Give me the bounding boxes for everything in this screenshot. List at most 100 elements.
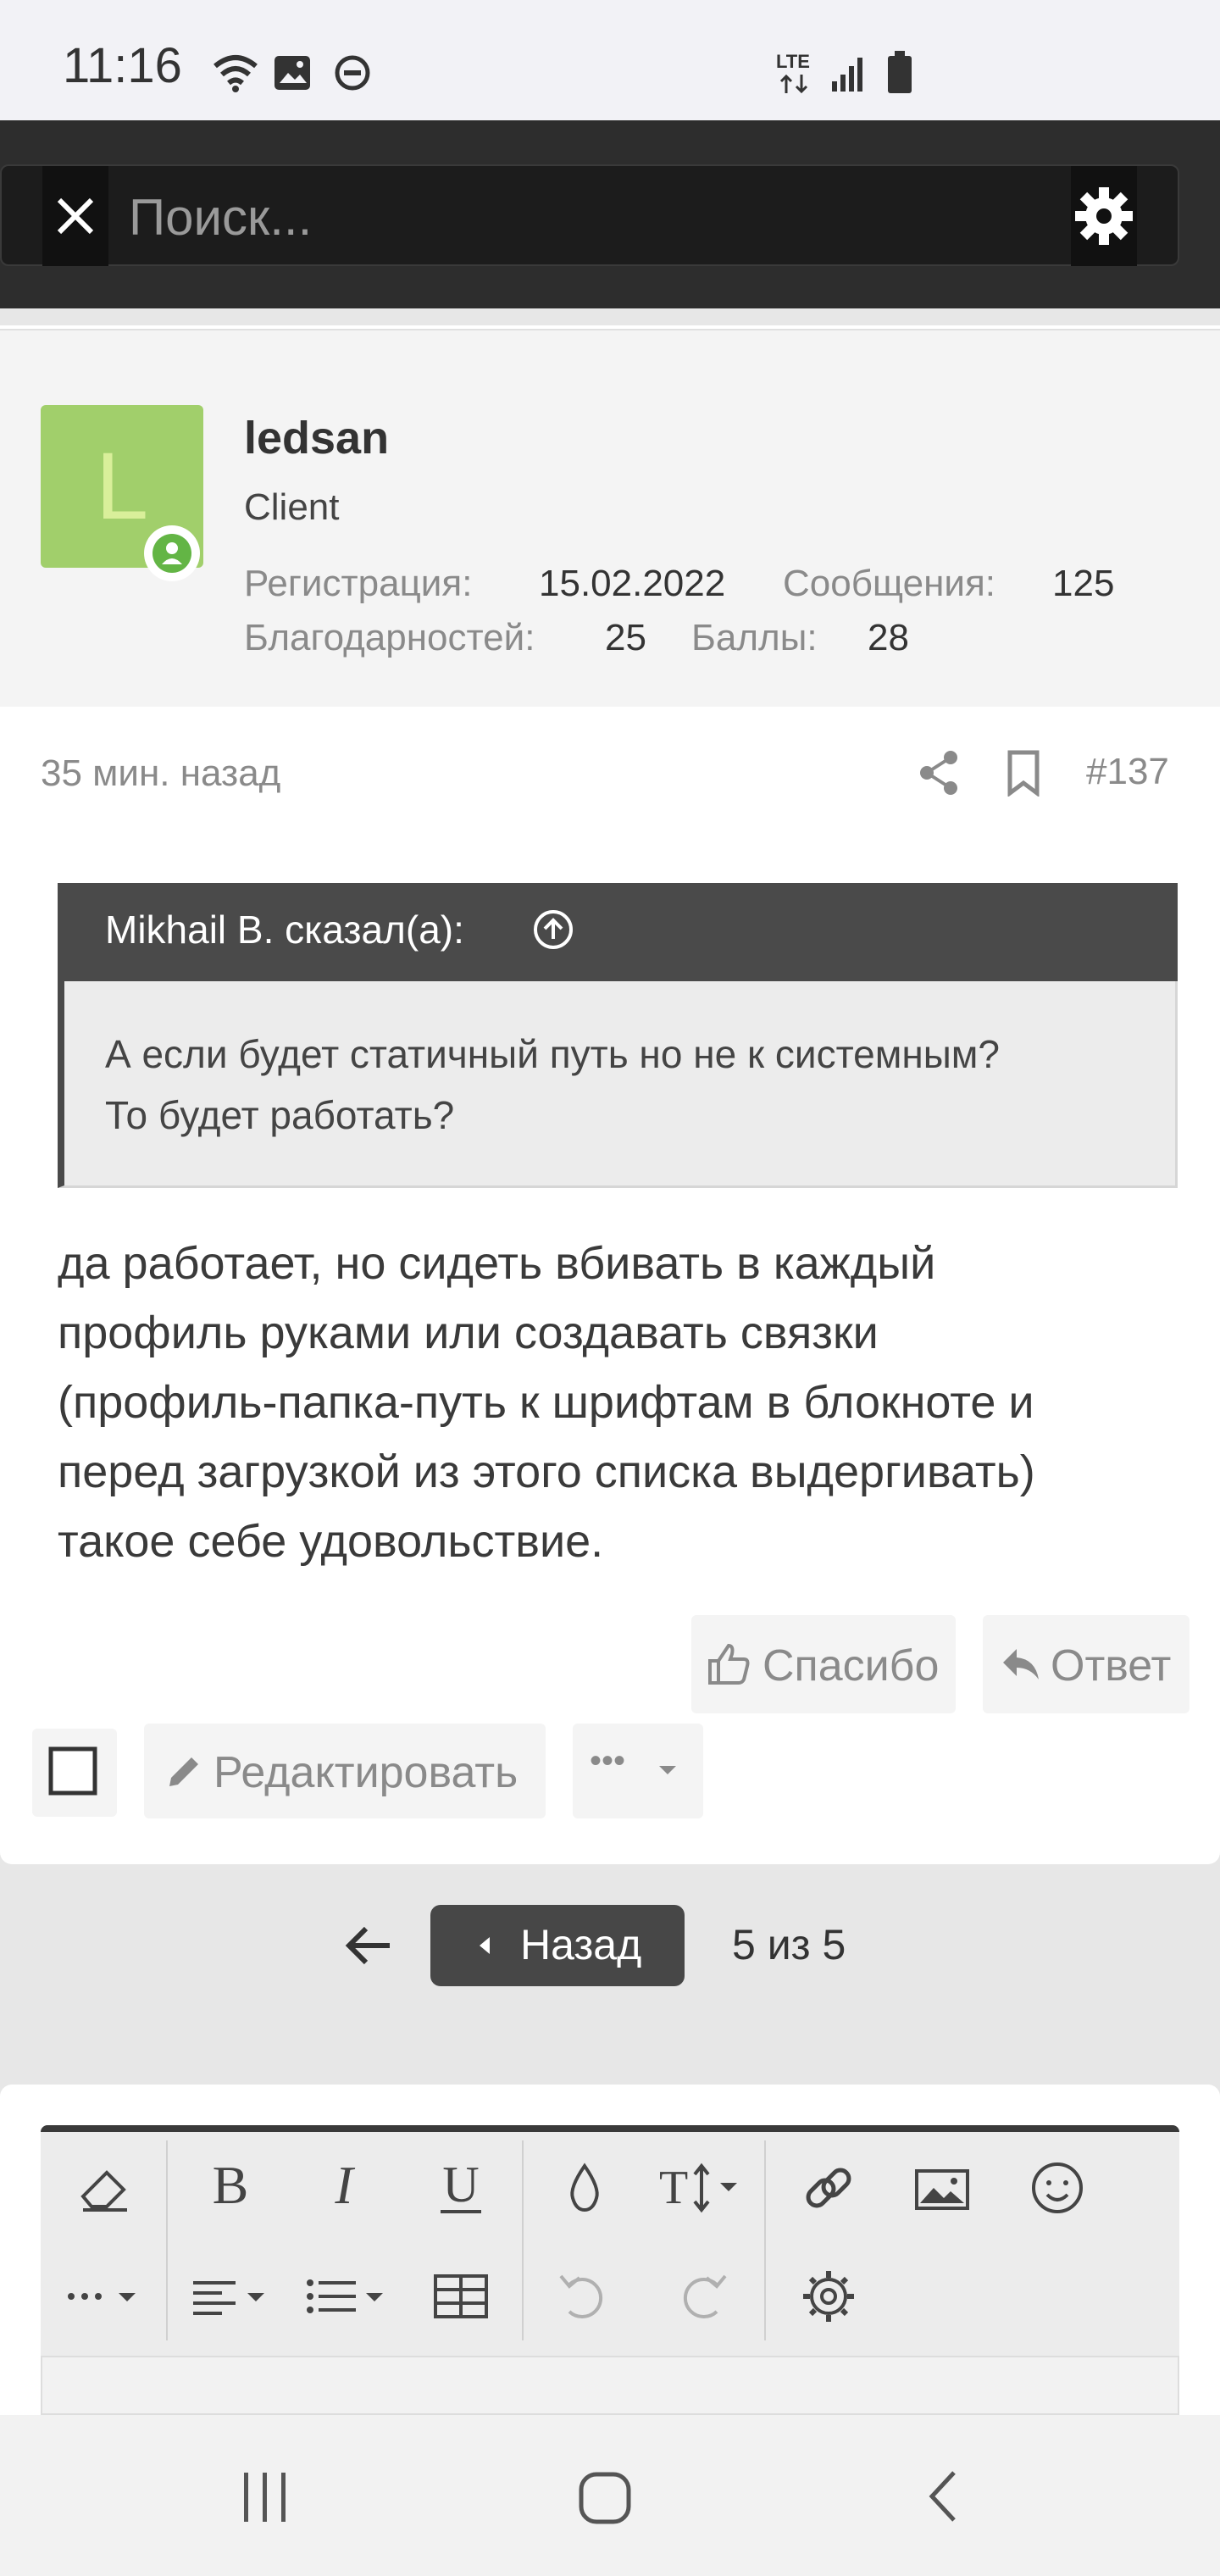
svg-text:U: U — [442, 2157, 479, 2212]
back-nav-icon — [929, 2471, 956, 2522]
home-button[interactable] — [574, 2468, 635, 2529]
underline-button[interactable]: U — [420, 2147, 502, 2229]
registration-value: 15.02.2022 — [539, 563, 726, 604]
smiley-icon — [1032, 2162, 1083, 2213]
messages-label: Сообщения: — [783, 563, 996, 604]
search-settings-button[interactable] — [1071, 166, 1137, 266]
table-icon — [434, 2274, 488, 2318]
link-button[interactable] — [788, 2147, 869, 2229]
clock: 11:16 — [63, 38, 182, 93]
emoji-button[interactable] — [1017, 2147, 1098, 2229]
italic-icon: I — [334, 2155, 355, 2215]
align-left-icon — [193, 2281, 264, 2315]
close-search-button[interactable] — [42, 166, 108, 266]
wifi-icon — [212, 53, 259, 93]
pencil-icon — [169, 1757, 198, 1786]
image-notification-icon — [273, 54, 312, 92]
page-info: 5 из 5 — [732, 1921, 846, 1968]
back-label: Назад — [520, 1921, 642, 1968]
more-icon — [68, 2293, 136, 2301]
online-status-icon — [152, 534, 191, 573]
registration-label: Регистрация: — [244, 563, 473, 604]
svg-text:B: B — [213, 2155, 249, 2215]
points-label: Баллы: — [691, 617, 818, 658]
svg-text:I: I — [334, 2155, 355, 2215]
font-size-button[interactable]: T — [652, 2147, 754, 2229]
undo-button[interactable] — [544, 2256, 625, 2337]
more-tools-button[interactable] — [59, 2256, 161, 2337]
quote-text: А если будет статичный путь но не к сист… — [105, 1024, 1156, 1146]
underline-icon: U — [441, 2157, 481, 2213]
battery-icon — [886, 51, 913, 95]
username[interactable]: ledsan — [244, 412, 389, 464]
select-post-checkbox[interactable] — [32, 1729, 117, 1817]
bookmark-icon — [1007, 750, 1040, 797]
arrow-left-icon — [345, 1926, 390, 1965]
text-color-button[interactable] — [544, 2147, 625, 2229]
table-button[interactable] — [420, 2256, 502, 2337]
signal-icon — [830, 53, 869, 93]
more-label: ••• — [590, 1742, 626, 1779]
toolbar-separator — [522, 2140, 524, 2340]
do-not-disturb-icon — [334, 54, 371, 92]
undo-icon — [559, 2274, 603, 2318]
prev-arrow-button[interactable] — [342, 1920, 396, 1971]
bold-icon: B — [213, 2155, 249, 2215]
quote-author[interactable]: Mikhail B. сказал(а): — [105, 907, 464, 952]
quote-line: А если будет статичный путь но не к сист… — [105, 1032, 1001, 1076]
post-body-line: профиль руками или создавать связки — [58, 1307, 879, 1358]
thumbs-up-icon — [708, 1643, 750, 1685]
reply-label: Ответ — [1051, 1641, 1172, 1690]
status-bar — [0, 0, 1220, 120]
svg-text:T: T — [659, 2162, 688, 2214]
link-icon — [806, 2168, 851, 2208]
close-icon — [57, 197, 94, 235]
lte-label: LTE — [776, 51, 810, 72]
share-button[interactable] — [918, 749, 961, 797]
search-input[interactable] — [127, 166, 1062, 268]
post-body-line: такое себе удовольствие. — [58, 1516, 604, 1567]
reply-button[interactable]: Ответ — [983, 1615, 1190, 1713]
post-body-line: да работает, но сидеть вбивать в каждый — [58, 1238, 936, 1289]
align-button[interactable] — [188, 2256, 290, 2337]
thanks-value: 25 — [605, 617, 646, 658]
home-icon — [579, 2472, 631, 2524]
bold-button[interactable]: B — [190, 2147, 271, 2229]
editor-settings-button[interactable] — [788, 2256, 869, 2337]
checkbox-icon — [48, 1746, 97, 1796]
quote-jump-icon[interactable] — [532, 908, 574, 951]
clear-format-button[interactable] — [66, 2147, 147, 2229]
bookmark-button[interactable] — [1005, 749, 1042, 797]
post-number[interactable]: #137 — [1086, 751, 1169, 793]
gear-icon — [803, 2271, 854, 2322]
italic-button[interactable]: I — [303, 2147, 385, 2229]
points-value: 28 — [868, 617, 909, 658]
text-size-icon: T — [659, 2162, 737, 2214]
thanks-label: Спасибо — [762, 1641, 940, 1690]
caret-left-icon — [480, 1937, 490, 1954]
chevron-down-icon — [659, 1766, 676, 1774]
toolbar-separator — [166, 2140, 168, 2340]
image-icon — [915, 2169, 969, 2210]
messages-value: 125 — [1052, 563, 1115, 604]
thanks-button[interactable]: Спасибо — [691, 1615, 956, 1713]
user-title: Client — [244, 486, 340, 528]
back-nav-button[interactable] — [920, 2466, 971, 2527]
post-timestamp[interactable]: 35 мин. назад — [41, 752, 280, 795]
list-icon — [307, 2279, 383, 2313]
post-body: да работает, но сидеть вбивать в каждый … — [58, 1229, 1193, 1576]
post-body-line: перед загрузкой из этого списка выдергив… — [58, 1446, 1035, 1497]
gear-icon — [1075, 187, 1133, 245]
edit-button[interactable]: Редактировать — [144, 1724, 546, 1818]
droplet-icon — [570, 2162, 599, 2212]
recent-apps-button[interactable] — [236, 2468, 295, 2527]
post-body-line: (профиль-папка-путь к шрифтам в блокноте… — [58, 1377, 1034, 1428]
share-icon — [920, 751, 957, 795]
redo-button[interactable] — [661, 2256, 742, 2337]
toolbar-separator — [764, 2140, 766, 2340]
list-button[interactable] — [302, 2256, 403, 2337]
image-button[interactable] — [901, 2147, 983, 2229]
editor-text-area[interactable] — [41, 2356, 1179, 2415]
more-options-button[interactable]: ••• — [573, 1724, 703, 1818]
data-arrows-icon — [778, 73, 812, 95]
